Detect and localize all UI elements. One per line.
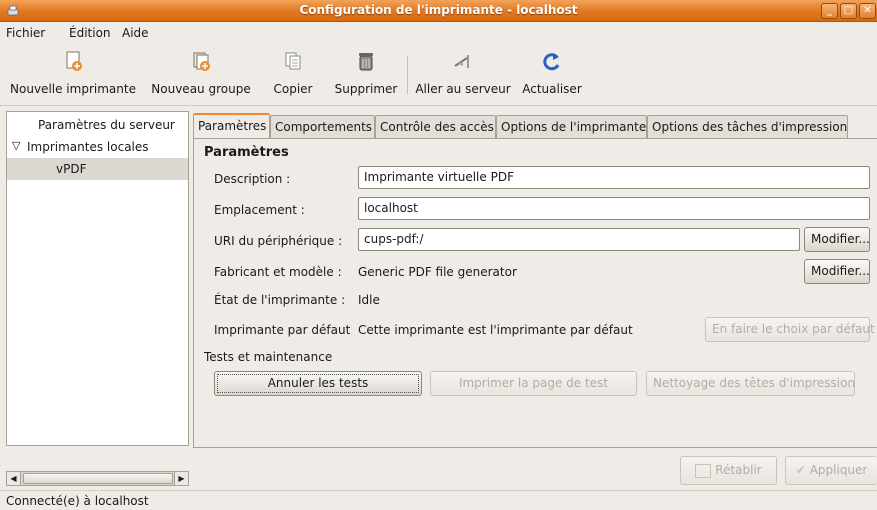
revert-icon <box>695 463 712 478</box>
tab-comportements[interactable]: Comportements <box>270 115 375 139</box>
revert-label: Rétablir <box>715 463 762 477</box>
tab-controle-acces[interactable]: Contrôle des accès <box>375 115 496 139</box>
title-bar: Configuration de l'imprimante - localhos… <box>0 0 877 22</box>
tree-item-label: Imprimantes locales <box>27 140 149 154</box>
scroll-left-icon[interactable]: ◀ <box>7 472 21 485</box>
tree-item-server-settings[interactable]: Paramètres du serveur <box>7 114 188 136</box>
delete-label: Supprimer <box>334 82 398 96</box>
menu-fichier[interactable]: Fichier <box>6 26 45 40</box>
scroll-right-icon[interactable]: ▶ <box>174 472 188 485</box>
uri-label: URI du périphérique : <box>214 234 343 248</box>
refresh-label: Actualiser <box>522 82 582 96</box>
cancel-tests-button[interactable]: Annuler les tests <box>214 371 422 396</box>
menu-aide[interactable]: Aide <box>122 26 149 40</box>
default-printer-label: Imprimante par défaut <box>214 323 351 337</box>
section-maintenance: Tests et maintenance <box>204 350 333 364</box>
settings-panel: Paramètres Description : Imprimante virt… <box>193 138 877 448</box>
tree-item-vpdf[interactable]: vPDF <box>7 158 188 180</box>
apply-button[interactable]: ✔ Appliquer <box>785 456 877 485</box>
location-field[interactable]: localhost <box>358 197 870 220</box>
location-label: Emplacement : <box>214 203 305 217</box>
new-printer-button[interactable]: Nouvelle imprimante <box>2 50 144 100</box>
status-text: Connecté(e) à localhost <box>6 494 149 508</box>
copy-label: Copier <box>273 82 313 96</box>
apply-label: Appliquer <box>809 463 868 477</box>
new-group-button[interactable]: Nouveau groupe <box>150 50 252 100</box>
toolbar: Nouvelle imprimante Nouveau groupe Copie… <box>0 44 877 106</box>
print-test-page-button[interactable]: Imprimer la page de test <box>430 371 637 396</box>
status-bar: Connecté(e) à localhost <box>0 490 877 510</box>
modify-maker-button[interactable]: Modifier... <box>804 259 870 284</box>
window-title: Configuration de l'imprimante - localhos… <box>299 3 578 17</box>
menu-bar: Fichier Édition Aide <box>0 22 877 44</box>
delete-button[interactable]: Supprimer <box>331 50 401 100</box>
copy-button[interactable]: Copier <box>268 50 318 100</box>
description-field[interactable]: Imprimante virtuelle PDF <box>358 166 870 189</box>
checkmark-icon: ✔ <box>795 463 806 477</box>
state-label: État de l'imprimante : <box>214 293 346 307</box>
description-label: Description : <box>214 172 291 186</box>
goto-server-label: Aller au serveur <box>415 82 511 96</box>
maker-value: Generic PDF file generator <box>358 265 517 279</box>
new-printer-icon <box>66 51 82 71</box>
maximize-button[interactable]: □ <box>840 3 857 19</box>
new-group-label: Nouveau groupe <box>151 82 251 96</box>
toolbar-separator <box>407 56 408 94</box>
clean-heads-button[interactable]: Nettoyage des têtes d'impression <box>646 371 855 396</box>
default-printer-value: Cette imprimante est l'imprimante par dé… <box>358 323 633 337</box>
tab-options-imprimante[interactable]: Options de l'imprimante <box>496 115 647 139</box>
refresh-button[interactable]: Actualiser <box>520 50 584 100</box>
minimize-button[interactable]: _ <box>821 3 838 19</box>
tab-parametres[interactable]: Paramètres <box>193 113 270 139</box>
goto-server-icon <box>454 55 469 68</box>
goto-server-button[interactable]: Aller au serveur <box>414 50 512 100</box>
tree-item-label: Paramètres du serveur <box>38 118 175 132</box>
state-value: Idle <box>358 293 380 307</box>
make-default-button[interactable]: En faire le choix par défaut <box>705 317 875 342</box>
revert-button[interactable]: Rétablir <box>680 456 777 485</box>
tree-horizontal-scrollbar[interactable]: ◀ ▶ <box>6 471 189 486</box>
section-parametres: Paramètres <box>204 145 289 160</box>
tree-item-local-printers[interactable]: ▽ Imprimantes locales <box>7 136 188 158</box>
new-group-icon <box>193 52 210 71</box>
scroll-thumb[interactable] <box>23 473 173 484</box>
menu-edition[interactable]: Édition <box>69 26 111 40</box>
copy-icon <box>285 52 301 70</box>
uri-field[interactable]: cups-pdf:/ <box>358 228 800 251</box>
printer-tree: Paramètres du serveur ▽ Imprimantes loca… <box>6 111 189 446</box>
trash-icon <box>359 53 373 71</box>
new-printer-label: Nouvelle imprimante <box>10 82 136 96</box>
modify-uri-button[interactable]: Modifier... <box>804 227 870 252</box>
maker-label: Fabricant et modèle : <box>214 265 342 279</box>
expander-icon[interactable]: ▽ <box>12 139 20 152</box>
tab-options-taches[interactable]: Options des tâches d'impression <box>647 115 848 139</box>
close-button[interactable]: ✕ <box>859 3 876 19</box>
refresh-icon <box>543 53 560 71</box>
tree-item-label: vPDF <box>56 162 87 176</box>
